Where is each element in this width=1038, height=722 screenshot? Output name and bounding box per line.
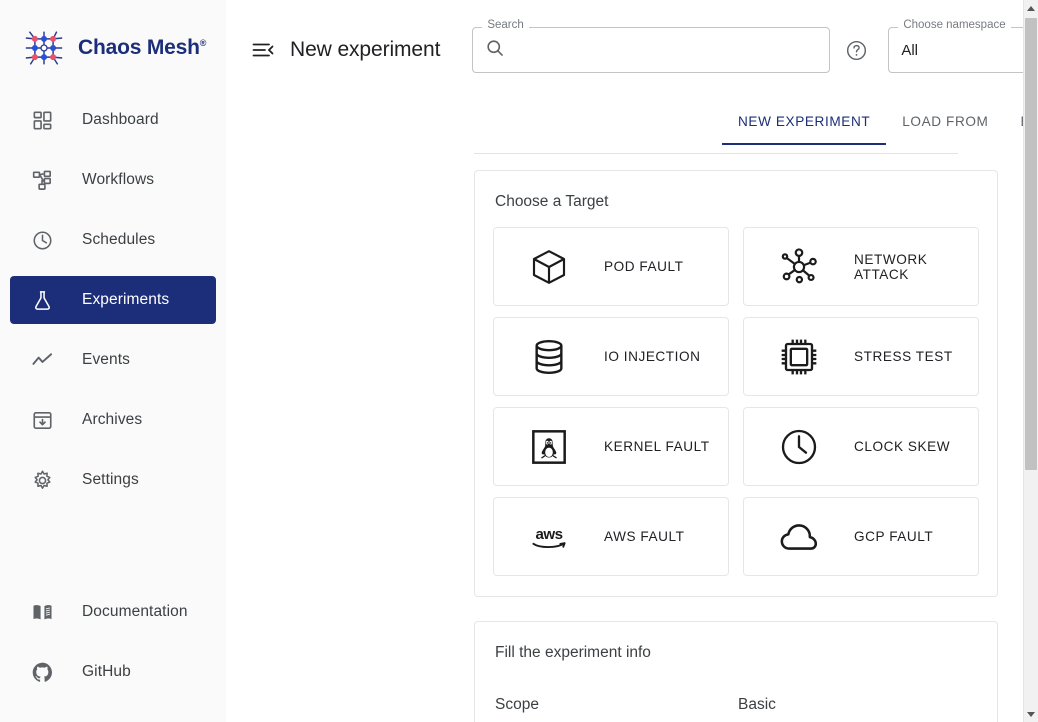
target-card-aws-fault[interactable]: aws AWS FAULT bbox=[493, 497, 729, 576]
sidebar-item-label: Archives bbox=[82, 411, 143, 428]
namespace-selected-value: All bbox=[901, 41, 918, 59]
scroll-up-triangle bbox=[1027, 5, 1035, 11]
scope-label: Scope bbox=[495, 696, 539, 713]
target-label: NETWORK ATTACK bbox=[854, 251, 928, 282]
experiment-info-columns: Scope Basic bbox=[493, 678, 979, 714]
gear-icon bbox=[30, 468, 54, 492]
sidebar-item-workflows[interactable]: Workflows bbox=[10, 156, 216, 204]
sidebar-item-documentation[interactable]: Documentation bbox=[10, 588, 216, 636]
namespace-select-box[interactable]: All bbox=[888, 27, 1038, 73]
sidebar-item-label: Workflows bbox=[82, 171, 155, 188]
database-cylinder-icon bbox=[494, 337, 604, 377]
activity-line-icon bbox=[30, 348, 54, 372]
sidebar-item-label: Documentation bbox=[82, 603, 188, 620]
network-hub-icon bbox=[744, 246, 854, 288]
target-card-io-injection[interactable]: IO INJECTION bbox=[493, 317, 729, 396]
target-card-kernel-fault[interactable]: KERNEL FAULT bbox=[493, 407, 729, 486]
target-grid: POD FAULT NETWORK ATTACK IO INJECTION ST… bbox=[493, 227, 979, 576]
scroll-down-arrow-icon[interactable] bbox=[1024, 706, 1038, 722]
cloud-icon bbox=[744, 516, 854, 558]
sidebar-item-label: Experiments bbox=[82, 291, 170, 308]
clock-face-icon bbox=[744, 427, 854, 467]
page-scrollbar[interactable] bbox=[1023, 0, 1038, 722]
choose-target-title: Choose a Target bbox=[495, 193, 609, 210]
clock-icon bbox=[30, 228, 54, 252]
aws-logo-icon: aws bbox=[494, 522, 604, 552]
namespace-select[interactable]: All Choose namespace bbox=[888, 19, 1038, 73]
sidebar-item-dashboard[interactable]: Dashboard bbox=[10, 96, 216, 144]
help-circle-icon[interactable] bbox=[842, 36, 870, 64]
dashboard-grid-icon bbox=[30, 108, 54, 132]
sidebar-bottom-nav: Documentation GitHub bbox=[0, 588, 226, 708]
svg-text:aws: aws bbox=[536, 525, 563, 542]
basic-label: Basic bbox=[738, 696, 776, 713]
page-title: New experiment bbox=[290, 38, 441, 61]
target-label: CLOCK SKEW bbox=[854, 439, 951, 454]
target-card-gcp-fault[interactable]: GCP FAULT bbox=[743, 497, 979, 576]
target-label: IO INJECTION bbox=[604, 349, 701, 364]
experiment-info-panel: Fill the experiment info Scope Basic bbox=[474, 621, 998, 722]
sidebar-item-label: Schedules bbox=[82, 231, 156, 248]
tab-new-experiment[interactable]: NEW EXPERIMENT bbox=[722, 104, 887, 145]
search-box[interactable] bbox=[472, 27, 831, 73]
main-content: New experiment Search All Choose namespa… bbox=[226, 0, 1038, 722]
sidebar-item-events[interactable]: Events bbox=[10, 336, 216, 384]
brand-name-text: Chaos Mesh bbox=[78, 36, 200, 59]
hamburger-collapse-icon[interactable] bbox=[248, 35, 278, 65]
sidebar-item-settings[interactable]: Settings bbox=[10, 456, 216, 504]
app-root: Chaos Mesh® Dashboard Workflows Schedule… bbox=[0, 0, 1038, 722]
registered-mark: ® bbox=[199, 38, 207, 48]
tab-load-from[interactable]: LOAD FROM bbox=[886, 104, 1004, 143]
target-card-clock-skew[interactable]: CLOCK SKEW bbox=[743, 407, 979, 486]
sidebar-item-github[interactable]: GitHub bbox=[10, 648, 216, 696]
archive-box-icon bbox=[30, 408, 54, 432]
target-label: GCP FAULT bbox=[854, 529, 934, 544]
scroll-up-arrow-icon[interactable] bbox=[1024, 0, 1038, 16]
target-card-pod-fault[interactable]: POD FAULT bbox=[493, 227, 729, 306]
target-label: KERNEL FAULT bbox=[604, 439, 710, 454]
experiment-content: Choose a Target POD FAULT NETWORK ATTACK… bbox=[474, 170, 998, 722]
linux-penguin-icon bbox=[494, 427, 604, 467]
target-card-stress-test[interactable]: STRESS TEST bbox=[743, 317, 979, 396]
search-legend: Search bbox=[482, 19, 529, 31]
workflow-nodes-icon bbox=[30, 168, 54, 192]
cpu-chip-icon bbox=[744, 337, 854, 377]
flask-icon bbox=[30, 288, 54, 312]
experiment-info-title: Fill the experiment info bbox=[495, 644, 651, 661]
sidebar-item-archives[interactable]: Archives bbox=[10, 396, 216, 444]
search-input[interactable] bbox=[513, 28, 818, 72]
github-icon bbox=[30, 660, 54, 684]
scrollbar-thumb[interactable] bbox=[1025, 18, 1037, 470]
target-card-network-attack[interactable]: NETWORK ATTACK bbox=[743, 227, 979, 306]
target-label: POD FAULT bbox=[604, 259, 684, 274]
sidebar-item-label: GitHub bbox=[82, 663, 131, 680]
scope-column: Scope bbox=[493, 696, 736, 714]
brand[interactable]: Chaos Mesh® bbox=[0, 0, 226, 96]
chaos-mesh-lattice-logo-icon bbox=[22, 28, 66, 68]
target-label: STRESS TEST bbox=[854, 349, 953, 364]
sidebar-item-label: Settings bbox=[82, 471, 139, 488]
scroll-down-triangle bbox=[1027, 711, 1035, 717]
target-label: AWS FAULT bbox=[604, 529, 685, 544]
brand-name: Chaos Mesh® bbox=[78, 36, 206, 60]
sidebar-nav: Dashboard Workflows Schedules Experiment… bbox=[0, 96, 226, 504]
basic-column: Basic bbox=[736, 696, 979, 714]
search-field[interactable]: Search bbox=[472, 19, 831, 73]
sidebar-item-label: Events bbox=[82, 351, 130, 368]
sidebar-item-experiments[interactable]: Experiments bbox=[10, 276, 216, 324]
sidebar: Chaos Mesh® Dashboard Workflows Schedule… bbox=[0, 0, 226, 722]
sidebar-item-label: Dashboard bbox=[82, 111, 159, 128]
tab-bar: NEW EXPERIMENT LOAD FROM BY YAML bbox=[474, 104, 1038, 154]
sidebar-item-schedules[interactable]: Schedules bbox=[10, 216, 216, 264]
choose-target-panel: Choose a Target POD FAULT NETWORK ATTACK… bbox=[474, 170, 998, 597]
search-icon bbox=[485, 38, 505, 63]
topbar: New experiment Search All Choose namespa… bbox=[226, 0, 1038, 100]
cube-icon bbox=[494, 247, 604, 287]
book-icon bbox=[30, 600, 54, 624]
namespace-legend: Choose namespace bbox=[898, 19, 1011, 31]
